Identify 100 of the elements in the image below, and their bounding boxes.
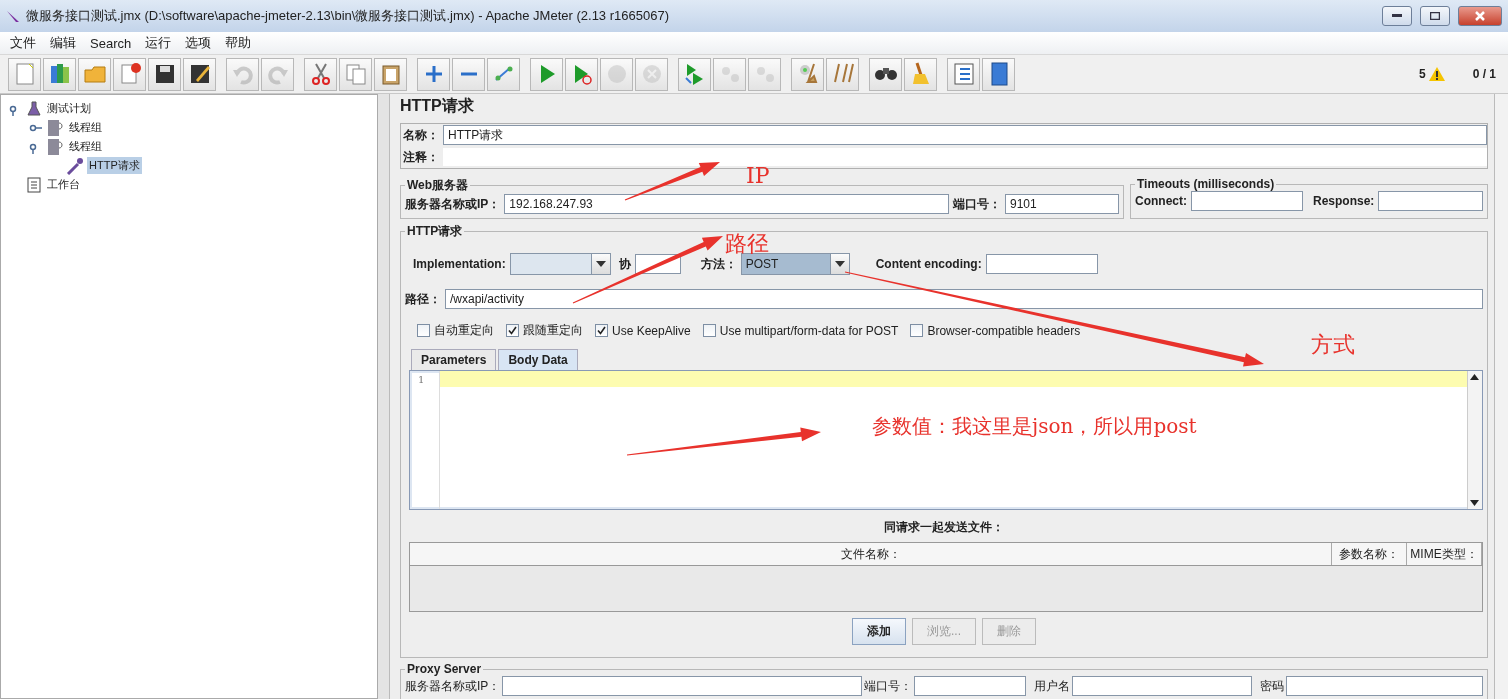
annotation-text: IP — [746, 163, 770, 188]
save-button[interactable] — [148, 57, 181, 91]
scroll-down-icon[interactable] — [1468, 497, 1481, 509]
group-title: Web服务器 — [406, 177, 470, 194]
close-button[interactable] — [113, 57, 146, 91]
save-as-button[interactable] — [183, 57, 216, 91]
files-title: 同请求一起发送文件： — [883, 519, 1005, 536]
field-label: 密码 — [1260, 677, 1285, 695]
minimize-button[interactable] — [1382, 6, 1412, 26]
checkbox[interactable] — [910, 324, 924, 337]
tab[interactable]: Body Data — [498, 349, 578, 370]
toggle-button[interactable] — [487, 57, 520, 91]
field-label: 注释： — [403, 148, 439, 166]
clear-button[interactable] — [791, 57, 824, 91]
clipboard-icon — [26, 176, 42, 193]
field-label: 协 — [618, 255, 631, 273]
group-title: HTTP请求 — [406, 223, 464, 240]
menu-item[interactable]: 运行 — [138, 34, 179, 52]
clear-all-button[interactable] — [826, 57, 859, 91]
column-header[interactable]: 参数名称： — [1332, 543, 1407, 565]
menu-item[interactable]: Search — [83, 35, 139, 51]
checkbox[interactable] — [595, 324, 608, 337]
start-button[interactable] — [530, 57, 563, 91]
expand-button[interactable] — [417, 57, 450, 91]
name-field[interactable]: HTTP请求 — [443, 125, 1487, 145]
field-label: 端口号： — [864, 677, 913, 695]
tab[interactable]: Parameters — [411, 349, 497, 370]
annotation-text: 方式 — [1311, 331, 1355, 359]
field-label: 路径： — [405, 290, 441, 308]
group-title: Timeouts (milliseconds) — [1136, 177, 1276, 191]
field-label: Implementation: — [413, 257, 506, 271]
start-no-pauses-button[interactable] — [565, 57, 598, 91]
checkbox-label: Use KeepAlive — [612, 323, 691, 338]
maximize-button[interactable] — [1420, 6, 1450, 26]
reset-search-button[interactable] — [904, 57, 937, 91]
caret-icon — [834, 261, 845, 267]
scrollbar[interactable] — [1494, 94, 1508, 699]
copy-button[interactable] — [339, 57, 372, 91]
collapse-button[interactable] — [452, 57, 485, 91]
implementation-dropdown[interactable] — [509, 253, 611, 275]
caret-icon — [595, 261, 606, 267]
search-button[interactable] — [869, 57, 902, 91]
column-header[interactable]: 文件名称： — [410, 543, 1332, 565]
menu-item[interactable]: 帮助 — [218, 34, 259, 52]
connect-field[interactable] — [1191, 191, 1303, 211]
menu-item[interactable]: 选项 — [178, 34, 219, 52]
password-field[interactable] — [1286, 676, 1483, 696]
minus-icon — [459, 72, 478, 76]
line-number: 1 — [418, 374, 426, 385]
field-label: Response: — [1313, 194, 1375, 208]
comment-field[interactable] — [443, 148, 1487, 166]
server-field[interactable]: 192.168.247.93 — [504, 194, 949, 214]
field-label: 服务器名称或IP： — [405, 195, 501, 213]
field-label: 用户名 — [1034, 677, 1071, 695]
field-label: 名称： — [403, 126, 439, 144]
open-button[interactable] — [78, 57, 111, 91]
new-button[interactable] — [8, 57, 41, 91]
field-label: 方法： — [700, 255, 737, 273]
cut-button[interactable] — [304, 57, 337, 91]
warning-count: 5 — [1418, 67, 1426, 81]
tree-item[interactable]: 测试计划 — [45, 100, 93, 117]
checkbox[interactable] — [506, 324, 519, 337]
port-field[interactable]: 9101 — [1005, 194, 1119, 214]
group-title: Proxy Server — [406, 662, 483, 676]
proxy-server-field[interactable] — [502, 676, 863, 696]
tree-item[interactable]: 工作台 — [45, 176, 82, 193]
close-icon — [1475, 11, 1485, 21]
path-field[interactable]: /wxapi/activity — [445, 289, 1483, 309]
scrollbar[interactable] — [1467, 371, 1482, 509]
method-dropdown[interactable]: POST — [740, 253, 850, 275]
action-button[interactable]: 添加 — [852, 618, 906, 645]
tree-item[interactable]: 线程组 — [67, 138, 104, 155]
annotation-text: 参数值：我这里是json，所以用post — [872, 413, 1197, 440]
tree-item[interactable]: HTTP请求 — [87, 157, 142, 174]
paste-button[interactable] — [374, 57, 407, 91]
templates-button[interactable] — [43, 57, 76, 91]
close-button[interactable] — [1458, 6, 1502, 26]
checkbox[interactable] — [417, 324, 430, 337]
response-field[interactable] — [1378, 191, 1483, 211]
flask-icon — [26, 100, 42, 117]
field-label: Content encoding: — [875, 257, 982, 271]
proxy-port-field[interactable] — [914, 676, 1027, 696]
encoding-field[interactable] — [985, 254, 1098, 274]
help-button[interactable] — [982, 57, 1015, 91]
tree-item[interactable]: 线程组 — [67, 119, 104, 136]
column-header[interactable]: MIME类型： — [1407, 543, 1482, 565]
function-helper-button[interactable] — [947, 57, 980, 91]
scroll-up-icon[interactable] — [1468, 371, 1481, 383]
field-label: 服务器名称或IP： — [405, 677, 501, 695]
menu-item[interactable]: 编辑 — [43, 34, 83, 52]
menu-item[interactable]: 文件 — [3, 34, 43, 52]
checkbox-label: 跟随重定向 — [523, 322, 583, 339]
field-label: 端口号： — [953, 195, 1001, 213]
feather-icon — [6, 9, 20, 23]
pipette-icon — [66, 156, 84, 175]
username-field[interactable] — [1072, 676, 1253, 696]
checkbox[interactable] — [702, 324, 716, 337]
remote-start-button[interactable] — [678, 57, 711, 91]
warning-icon[interactable] — [1428, 67, 1445, 81]
restore-icon — [1430, 12, 1440, 20]
